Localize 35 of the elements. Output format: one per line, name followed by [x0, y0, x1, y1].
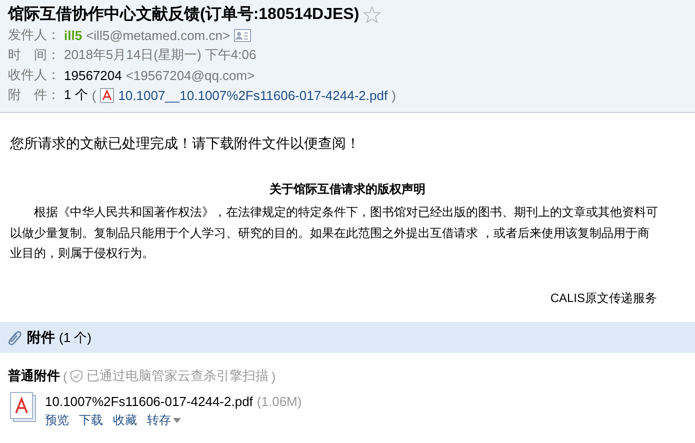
- contact-card-icon[interactable]: [234, 28, 252, 42]
- attachment-link[interactable]: 10.1007__10.1007%2Fs11606-017-4244-2.pdf: [118, 88, 388, 102]
- send-time: 2018年5月14日(星期一) 下午4:06: [64, 46, 256, 64]
- scan-note: 已通过电脑管家云查杀引擎扫描: [86, 367, 268, 385]
- file-name: 10.1007%2Fs11606-017-4244-2.pdf: [45, 394, 253, 408]
- field-label: 发件人：: [8, 26, 60, 44]
- caret-icon: [173, 418, 181, 423]
- attachments-heading: 附件: [27, 328, 55, 346]
- greeting-text: 您所请求的文献已处理完成！请下载附件文件以便查阅！: [10, 134, 361, 153]
- attachment-count: 1 个: [64, 86, 88, 104]
- field-label: 附 件：: [8, 86, 60, 104]
- recipient-name: 19567204: [64, 68, 122, 82]
- action-link[interactable]: 收藏: [113, 412, 137, 429]
- paren: (: [92, 88, 96, 102]
- email-subject: 馆际互借协作中心文献反馈(订单号:180514DJES): [8, 4, 360, 24]
- file-size: (1.06M): [256, 394, 302, 408]
- action-link[interactable]: 预览: [45, 412, 69, 429]
- attachments-count: (1 个): [59, 328, 92, 346]
- star-icon[interactable]: [363, 6, 382, 22]
- sender-address: <ill5@metamed.com.cn>: [86, 28, 230, 42]
- paren: ): [271, 368, 276, 384]
- pdf-file-icon: [10, 392, 37, 423]
- paren: (: [63, 368, 68, 384]
- group-label: 普通附件: [8, 367, 60, 385]
- paren: ): [392, 88, 396, 102]
- action-link[interactable]: 下载: [79, 412, 103, 429]
- field-label: 时 间：: [8, 46, 60, 64]
- dropdown-link[interactable]: 转存: [147, 412, 181, 429]
- signature: CALIS原文传递服务: [550, 290, 657, 306]
- pdf-icon: [100, 88, 114, 102]
- notice-title: 关于馆际互借请求的版权声明: [268, 181, 426, 198]
- recipient-address: <19567204@qq.com>: [126, 68, 255, 82]
- notice-paragraph: 根据《中华人民共和国著作权法》，在法律规定的特定条件下，图书馆对已经出版的图书、期刊上的文章或其他资料可以做少量复制。复制品只能用于个人学习、研究的目的。如果在此范围之外提出互借请求 ，或者后来使用该复制品用于商业目的，则属于侵权行为。: [10, 204, 659, 262]
- field-label: 收件人：: [8, 66, 60, 84]
- shield-icon: [70, 369, 84, 383]
